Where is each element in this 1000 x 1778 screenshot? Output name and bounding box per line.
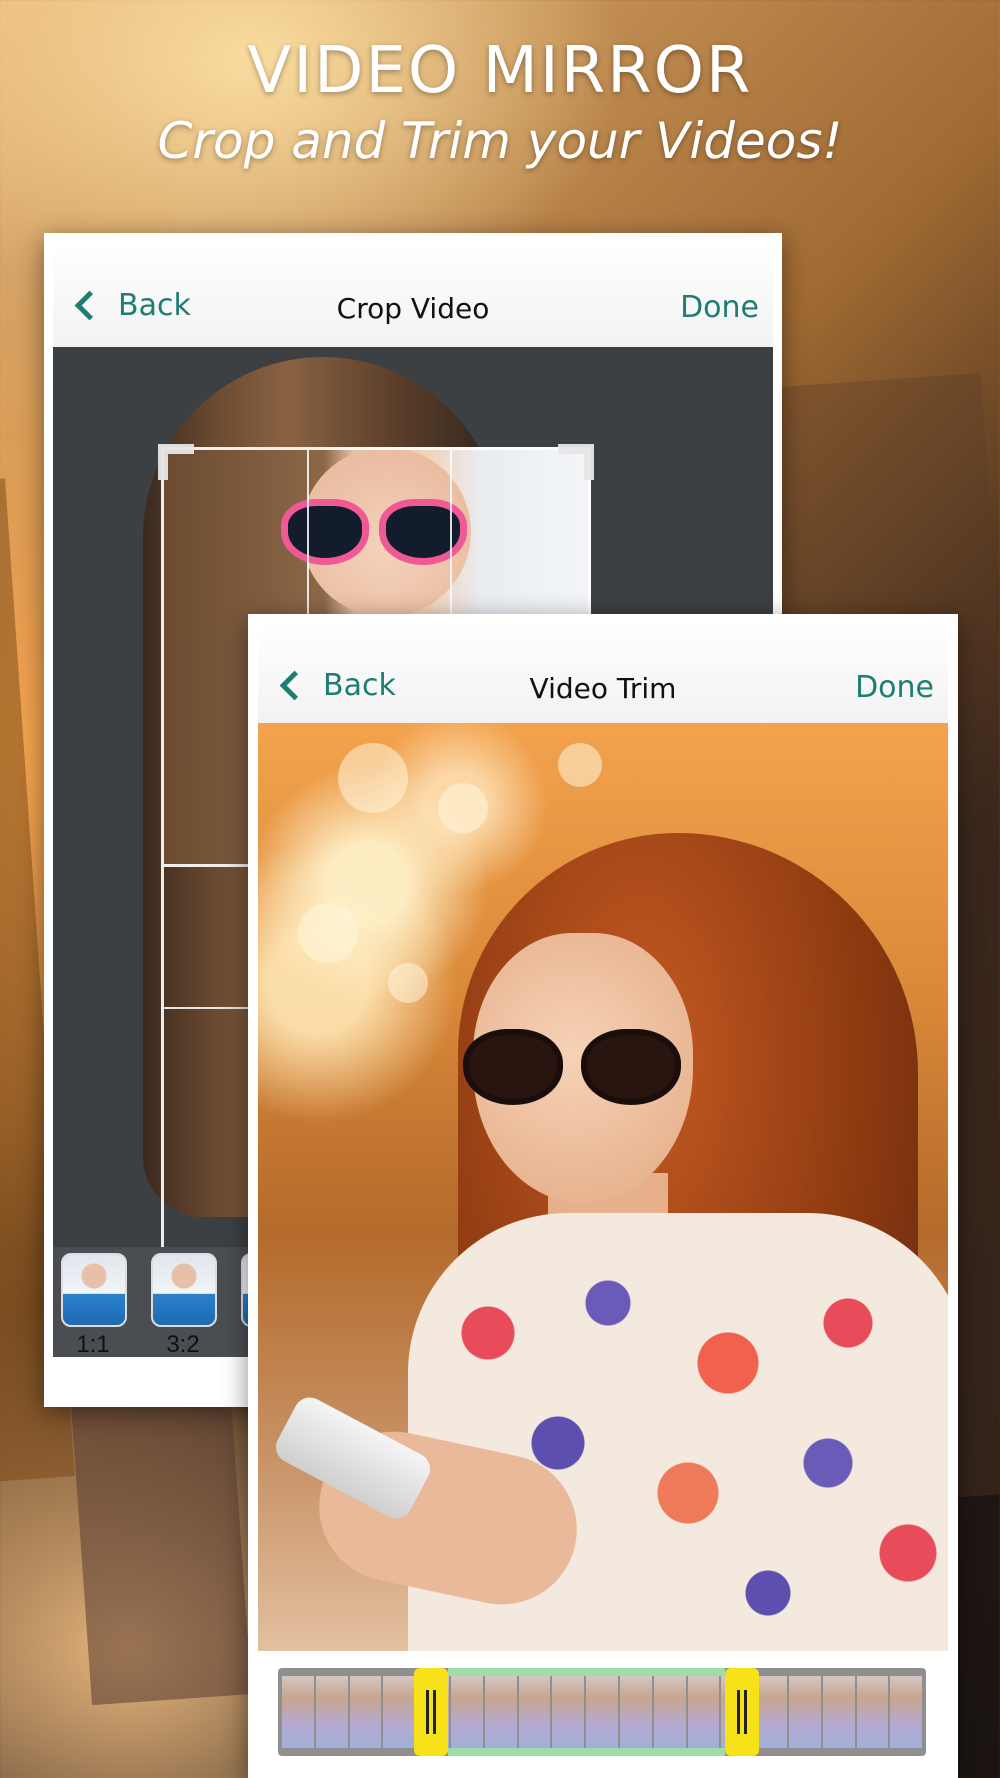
trim-selection-band bbox=[448, 1668, 726, 1676]
video-preview[interactable] bbox=[258, 723, 948, 1651]
ratio-thumbnail bbox=[151, 1253, 217, 1327]
promo-title: VIDEO MIRROR bbox=[247, 34, 753, 108]
promo-subtitle: Crop and Trim your Videos! bbox=[157, 112, 843, 170]
timeline-frame bbox=[890, 1676, 923, 1748]
bokeh-light bbox=[388, 963, 428, 1003]
trim-navbar: Back Video Trim Done bbox=[258, 624, 948, 724]
timeline-frame bbox=[518, 1676, 551, 1748]
crop-handle-top-left[interactable] bbox=[158, 444, 194, 480]
background-panel bbox=[68, 1354, 252, 1706]
crop-screen-title: Crop Video bbox=[336, 292, 490, 325]
ratio-label: 3:2 bbox=[166, 1331, 200, 1358]
timeline-frame bbox=[552, 1676, 585, 1748]
timeline-frame bbox=[788, 1676, 821, 1748]
crop-handle-top-right[interactable] bbox=[558, 444, 594, 480]
timeline-frame bbox=[586, 1676, 618, 1748]
trim-start-handle[interactable] bbox=[414, 1668, 449, 1756]
ratio-thumbnail bbox=[61, 1253, 127, 1327]
dark-sunglasses bbox=[463, 1023, 683, 1105]
trim-timeline[interactable] bbox=[278, 1668, 926, 1756]
timeline-frame bbox=[856, 1676, 889, 1748]
ratio-option-3-2[interactable]: 3:2 bbox=[151, 1253, 217, 1359]
crop-navbar: Back Crop Video Done bbox=[53, 242, 773, 348]
timeline-frame bbox=[822, 1676, 855, 1748]
crop-done-button[interactable]: Done bbox=[680, 290, 759, 325]
trim-done-button[interactable]: Done bbox=[855, 670, 934, 705]
bokeh-light bbox=[438, 783, 488, 833]
timeline-frame bbox=[653, 1676, 686, 1748]
timeline-frame bbox=[619, 1676, 652, 1748]
timeline-frame bbox=[282, 1676, 314, 1748]
bokeh-light bbox=[338, 743, 408, 813]
timeline-frame bbox=[755, 1676, 787, 1748]
timeline-frame bbox=[315, 1676, 348, 1748]
ratio-label: 1:1 bbox=[76, 1331, 110, 1358]
timeline-frame bbox=[687, 1676, 720, 1748]
ratio-option-1-1[interactable]: 1:1 bbox=[61, 1253, 127, 1359]
bokeh-light bbox=[298, 903, 358, 963]
timeline-frames bbox=[282, 1676, 923, 1748]
timeline-frame bbox=[383, 1676, 416, 1748]
trim-screen-title: Video Trim bbox=[529, 672, 677, 705]
trim-selection-band bbox=[448, 1748, 726, 1756]
timeline-frame bbox=[349, 1676, 382, 1748]
bokeh-light bbox=[558, 743, 602, 787]
video-trim-screen: Back Video Trim Done bbox=[248, 614, 958, 1778]
timeline-frame bbox=[450, 1676, 483, 1748]
timeline-frame bbox=[484, 1676, 517, 1748]
trim-end-handle[interactable] bbox=[725, 1668, 760, 1756]
